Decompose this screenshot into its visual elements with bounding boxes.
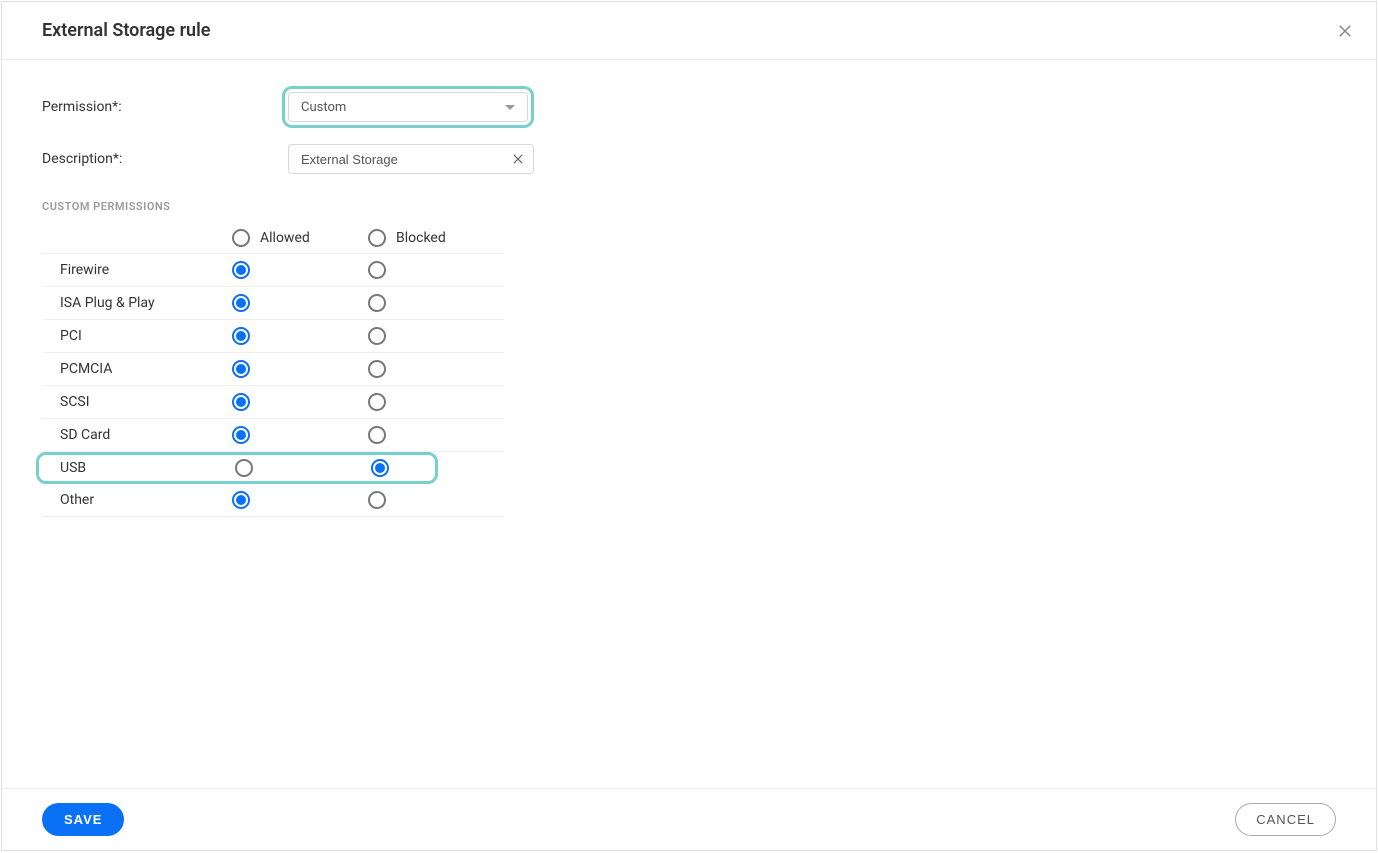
radio-blocked[interactable] — [368, 294, 386, 312]
radio-allowed-cell — [235, 459, 371, 477]
perm-header: Allowed Blocked — [42, 223, 504, 254]
radio-blocked-cell — [368, 327, 504, 345]
device-label: SCSI — [60, 394, 232, 410]
radio-allowed[interactable] — [232, 294, 250, 312]
radio-allowed-cell — [232, 327, 368, 345]
save-button[interactable]: SAVE — [42, 803, 124, 836]
radio-blocked-cell — [368, 294, 504, 312]
device-label: Firewire — [60, 262, 232, 278]
device-label: PCI — [60, 328, 232, 344]
header-blocked[interactable]: Blocked — [368, 229, 504, 247]
radio-allowed[interactable] — [232, 393, 250, 411]
col-allowed-label: Allowed — [260, 230, 310, 246]
device-label: Other — [60, 492, 232, 508]
perm-row: SCSI — [42, 386, 504, 419]
custom-permissions-table: Allowed Blocked Firewire ISA Plug & Play P… — [42, 223, 504, 517]
radio-blocked-cell — [368, 360, 504, 378]
radio-blocked[interactable] — [368, 426, 386, 444]
perm-row: SD Card — [42, 419, 504, 452]
device-label: SD Card — [60, 427, 232, 443]
radio-blocked-cell — [368, 426, 504, 444]
permission-row: Permission*: Custom — [42, 86, 1336, 128]
radio-allowed[interactable] — [232, 360, 250, 378]
perm-row: USB — [36, 452, 438, 484]
perm-row: ISA Plug & Play — [42, 287, 504, 320]
radio-allowed-cell — [232, 360, 368, 378]
radio-allowed[interactable] — [232, 327, 250, 345]
radio-allowed-cell — [232, 426, 368, 444]
device-label: PCMCIA — [60, 361, 232, 377]
dialog-header: External Storage rule — [2, 2, 1376, 60]
radio-allowed-cell — [232, 294, 368, 312]
permission-label: Permission*: — [42, 99, 282, 115]
radio-blocked[interactable] — [368, 491, 386, 509]
radio-header-blocked[interactable] — [368, 229, 386, 247]
header-allowed[interactable]: Allowed — [232, 229, 368, 247]
cancel-button[interactable]: CANCEL — [1235, 803, 1336, 836]
perm-row: Other — [42, 484, 504, 517]
radio-blocked-cell — [371, 459, 507, 477]
radio-allowed[interactable] — [232, 261, 250, 279]
col-blocked-label: Blocked — [396, 230, 446, 246]
radio-blocked-cell — [368, 261, 504, 279]
radio-blocked-cell — [368, 491, 504, 509]
radio-blocked[interactable] — [368, 360, 386, 378]
radio-allowed-cell — [232, 491, 368, 509]
perm-row: Firewire — [42, 254, 504, 287]
permission-select-value: Custom — [301, 100, 346, 115]
device-label: ISA Plug & Play — [60, 295, 232, 311]
permission-highlight: Custom — [282, 86, 534, 128]
clear-icon[interactable] — [511, 152, 525, 166]
radio-blocked[interactable] — [368, 261, 386, 279]
radio-allowed-cell — [232, 261, 368, 279]
perm-row: PCI — [42, 320, 504, 353]
radio-allowed[interactable] — [232, 426, 250, 444]
radio-allowed[interactable] — [232, 491, 250, 509]
chevron-down-icon — [505, 105, 515, 110]
radio-allowed[interactable] — [235, 459, 253, 477]
radio-blocked[interactable] — [368, 327, 386, 345]
dialog-body: Permission*: Custom Description*: CUSTOM… — [2, 60, 1376, 788]
description-label: Description*: — [42, 151, 282, 167]
description-input-wrap — [288, 144, 534, 174]
radio-header-allowed[interactable] — [232, 229, 250, 247]
permission-select[interactable]: Custom — [288, 92, 528, 122]
dialog-footer: SAVE CANCEL — [2, 788, 1376, 850]
radio-blocked[interactable] — [368, 393, 386, 411]
radio-allowed-cell — [232, 393, 368, 411]
radio-blocked[interactable] — [371, 459, 389, 477]
custom-permissions-title: CUSTOM PERMISSIONS — [42, 200, 1336, 213]
dialog-title: External Storage rule — [42, 20, 210, 41]
description-input[interactable] — [301, 152, 511, 167]
close-icon[interactable] — [1336, 22, 1354, 40]
external-storage-rule-dialog: External Storage rule Permission*: Custo… — [1, 1, 1377, 851]
perm-row: PCMCIA — [42, 353, 504, 386]
radio-blocked-cell — [368, 393, 504, 411]
device-label: USB — [60, 460, 235, 476]
description-row: Description*: — [42, 144, 1336, 174]
